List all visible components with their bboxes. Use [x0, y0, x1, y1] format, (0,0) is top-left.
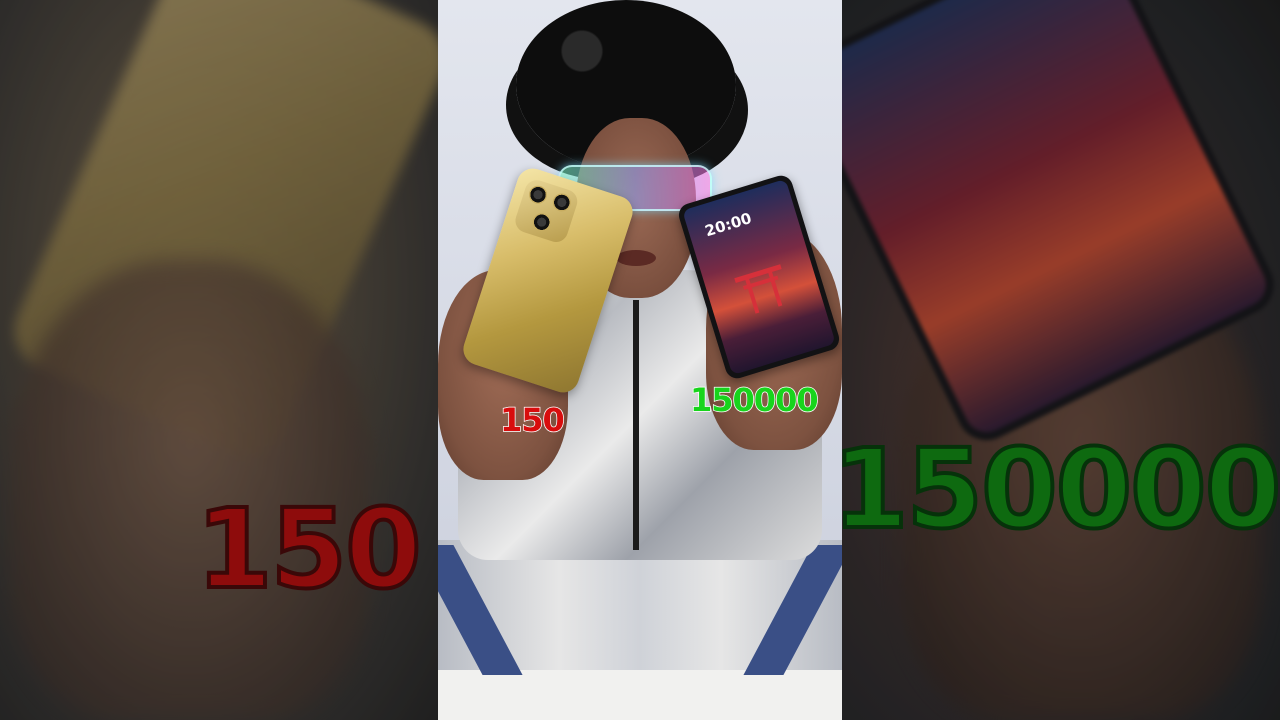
jacket-zipper — [633, 300, 639, 550]
floor — [438, 668, 842, 720]
camera-lens-icon — [526, 183, 550, 207]
right-blurred-panel — [842, 0, 1280, 720]
blurred-price-label-cheap: 150 — [194, 485, 424, 613]
mouth — [616, 250, 656, 266]
torii-gate-icon — [734, 264, 792, 316]
camera-lens-icon — [550, 191, 574, 214]
left-blurred-panel: 150 — [0, 0, 438, 720]
camera-bump — [512, 177, 581, 246]
video-frame: 20:00 150 150000 — [438, 0, 842, 720]
lock-screen-clock: 20:00 — [702, 209, 754, 241]
blurred-price-label-expensive: 150000 — [830, 425, 1280, 553]
camera-lens-icon — [530, 210, 554, 234]
cheap-phone-price: 150 — [499, 401, 565, 439]
expensive-phone-price: 150000 — [689, 381, 819, 419]
